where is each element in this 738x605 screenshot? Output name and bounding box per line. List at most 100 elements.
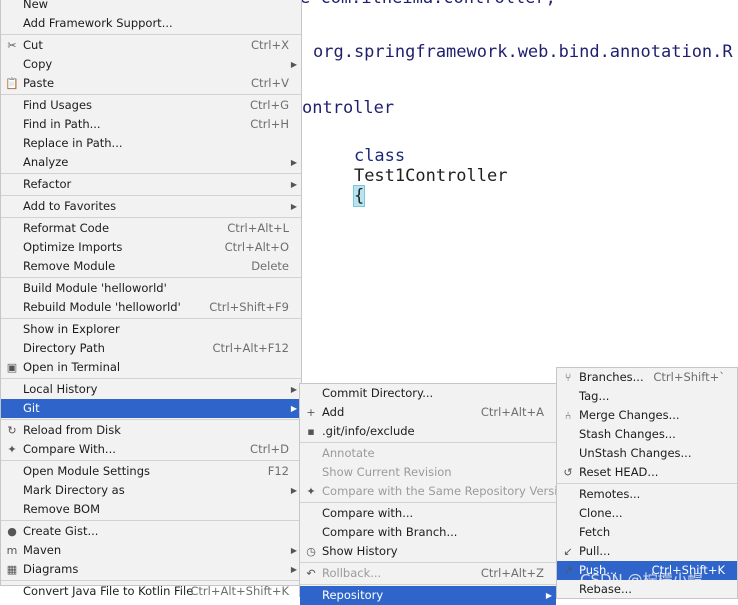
menu-item-label: Compare with the Same Repository Version (322, 484, 572, 498)
menu-item-label: Annotate (322, 446, 375, 460)
add-icon: + (306, 406, 316, 419)
menu-item-refactor[interactable]: Refactor ▶ (1, 175, 301, 194)
menu-item-compare-with[interactable]: ✦ Compare With... Ctrl+D (1, 440, 301, 459)
menu-item-label: Directory Path (23, 341, 105, 355)
menu-item-commit-directory[interactable]: Commit Directory... (300, 384, 556, 403)
code-line-package: e com.itheima.controller; (300, 0, 556, 8)
menu-separator (300, 562, 556, 563)
menu-item-analyze[interactable]: Analyze ▶ (1, 153, 301, 172)
menu-item-compare-with-the-same-repository-version[interactable]: ✦ Compare with the Same Repository Versio… (300, 482, 571, 501)
menu-item-mark-directory-as[interactable]: Mark Directory as ▶ (1, 481, 301, 500)
pull-icon: ↙ (563, 545, 573, 558)
menu-item-find-usages[interactable]: Find Usages Ctrl+G (1, 96, 301, 115)
menu-item-label: Remotes... (579, 487, 641, 501)
menu-item-maven[interactable]: m Maven ▶ (1, 541, 301, 560)
submenu-arrow-icon: ▶ (290, 565, 297, 574)
menu-item-label: Remove Module (23, 259, 116, 273)
menu-item-label: Open in Terminal (23, 360, 121, 374)
menu-item-label: Convert Java File to Kotlin File (23, 584, 194, 598)
menu-separator (1, 419, 301, 420)
menu-separator (557, 483, 737, 484)
menu-item-repository[interactable]: Repository ▶ (300, 586, 556, 605)
menu-item-rollback[interactable]: ↶ Rollback... Ctrl+Alt+Z (300, 564, 556, 583)
menu-item-label: Git (23, 401, 40, 415)
menu-item-open-in-terminal[interactable]: ▣ Open in Terminal (1, 358, 301, 377)
menu-item-add-to-favorites[interactable]: Add to Favorites ▶ (1, 197, 301, 216)
menu-item-replace-in-path[interactable]: Replace in Path... (1, 134, 301, 153)
menu-item-convert-java-file-to-kotlin-file[interactable]: Convert Java File to Kotlin File Ctrl+Alt… (1, 582, 301, 601)
menu-item-reload-from-disk[interactable]: ↻ Reload from Disk (1, 421, 301, 440)
menu-item-label: Stash Changes... (579, 427, 676, 441)
menu-item-label: Create Gist... (23, 524, 99, 538)
menu-item-label: Pull... (579, 544, 611, 558)
menu-item-cut[interactable]: ✂ Cut Ctrl+X (1, 36, 301, 55)
menu-item-compare-with[interactable]: Compare with... (300, 504, 556, 523)
submenu-arrow-icon: ▶ (290, 158, 297, 167)
menu-item-unstash-changes[interactable]: UnStash Changes... (557, 444, 737, 463)
paste-icon: 📋 (5, 77, 19, 90)
menu-item-paste[interactable]: 📋 Paste Ctrl+V (1, 74, 301, 93)
menu-item-diagrams[interactable]: ▦ Diagrams ▶ (1, 560, 301, 579)
menu-item-reformat-code[interactable]: Reformat Code Ctrl+Alt+L (1, 219, 301, 238)
menu-separator (1, 580, 301, 581)
open-brace: { (352, 185, 366, 207)
menu-item-build-module-helloworld[interactable]: Build Module 'helloworld' (1, 279, 301, 298)
menu-item-remove-module[interactable]: Remove Module Delete (1, 257, 301, 276)
menu-item-annotate[interactable]: Annotate (300, 444, 556, 463)
menu-item-optimize-imports[interactable]: Optimize Imports Ctrl+Alt+O (1, 238, 301, 257)
menu-item-reset-head[interactable]: ↺ Reset HEAD... (557, 463, 737, 482)
menu-item-show-current-revision[interactable]: Show Current Revision (300, 463, 556, 482)
menu-item-compare-with-branch[interactable]: Compare with Branch... (300, 523, 556, 542)
merge-changes-icon: ⑃ (564, 409, 572, 422)
submenu-arrow-icon: ▶ (290, 385, 297, 394)
menu-item-clone[interactable]: Clone... (557, 504, 737, 523)
open-in-terminal-icon: ▣ (6, 361, 18, 374)
menu-item-stash-changes[interactable]: Stash Changes... (557, 425, 737, 444)
submenu-arrow-icon: ▶ (290, 546, 297, 555)
menu-item-label: Reload from Disk (23, 423, 121, 437)
git-submenu: Commit Directory... + Add Ctrl+Alt+A ▪ .git/i… (299, 383, 572, 605)
menu-item-label: Rollback... (322, 566, 382, 580)
menu-item-rebuild-module-helloworld[interactable]: Rebuild Module 'helloworld' Ctrl+Shift+F9 (1, 298, 301, 317)
menu-item-label: Show Current Revision (322, 465, 452, 479)
menu-item-add[interactable]: + Add Ctrl+Alt+A (300, 403, 556, 422)
menu-item-show-history[interactable]: ◷ Show History (300, 542, 556, 561)
menu-item-label: Add to Favorites (23, 199, 117, 213)
menu-item-label: Refactor (23, 177, 72, 191)
menu-item-branches[interactable]: ⑂ Branches... Ctrl+Shift+` (557, 368, 737, 387)
menu-item-tag[interactable]: Tag... (557, 387, 737, 406)
menu-item-local-history[interactable]: Local History ▶ (1, 380, 301, 399)
git-info-exclude-icon: ▪ (307, 425, 315, 438)
menu-item-remotes[interactable]: Remotes... (557, 485, 737, 504)
menu-item-label: Tag... (579, 389, 610, 403)
menu-item-label: Fetch (579, 525, 611, 539)
menu-item-shortcut: Ctrl+Alt+F12 (212, 341, 289, 355)
menu-item-merge-changes[interactable]: ⑃ Merge Changes... (557, 406, 737, 425)
diagrams-icon: ▦ (6, 563, 18, 576)
branches-icon: ⑂ (564, 371, 572, 384)
menu-item-new[interactable]: New (1, 0, 301, 14)
menu-item-add-framework-support[interactable]: Add Framework Support... (1, 14, 301, 33)
menu-item-directory-path[interactable]: Directory Path Ctrl+Alt+F12 (1, 339, 301, 358)
menu-item-find-in-path[interactable]: Find in Path... Ctrl+H (1, 115, 301, 134)
menu-item-label: Replace in Path... (23, 136, 123, 150)
menu-item-label: New (23, 0, 49, 11)
menu-item-shortcut: Ctrl+D (250, 442, 289, 456)
menu-item-remove-bom[interactable]: Remove BOM (1, 500, 301, 519)
reset-head-icon: ↺ (563, 466, 573, 479)
watermark: CSDN @柠檬小帽 (580, 571, 703, 589)
menu-item-show-in-explorer[interactable]: Show in Explorer (1, 320, 301, 339)
menu-item-open-module-settings[interactable]: Open Module Settings F12 (1, 462, 301, 481)
menu-item-shortcut: Ctrl+Alt+A (480, 405, 544, 419)
menu-item-pull[interactable]: ↙ Pull... (557, 542, 737, 561)
menu-item-git[interactable]: Git ▶ (1, 399, 301, 418)
menu-item-label: .git/info/exclude (322, 424, 415, 438)
menu-item-copy[interactable]: Copy ▶ (1, 55, 301, 74)
menu-item-label: Reformat Code (23, 221, 110, 235)
menu-item-git-info-exclude[interactable]: ▪ .git/info/exclude (300, 422, 556, 441)
submenu-arrow-icon: ▶ (290, 180, 297, 189)
menu-item-label: Reset HEAD... (579, 465, 659, 479)
menu-item-create-gist[interactable]: ● Create Gist... (1, 522, 301, 541)
menu-item-fetch[interactable]: Fetch (557, 523, 737, 542)
menu-item-label: Compare with... (322, 506, 414, 520)
